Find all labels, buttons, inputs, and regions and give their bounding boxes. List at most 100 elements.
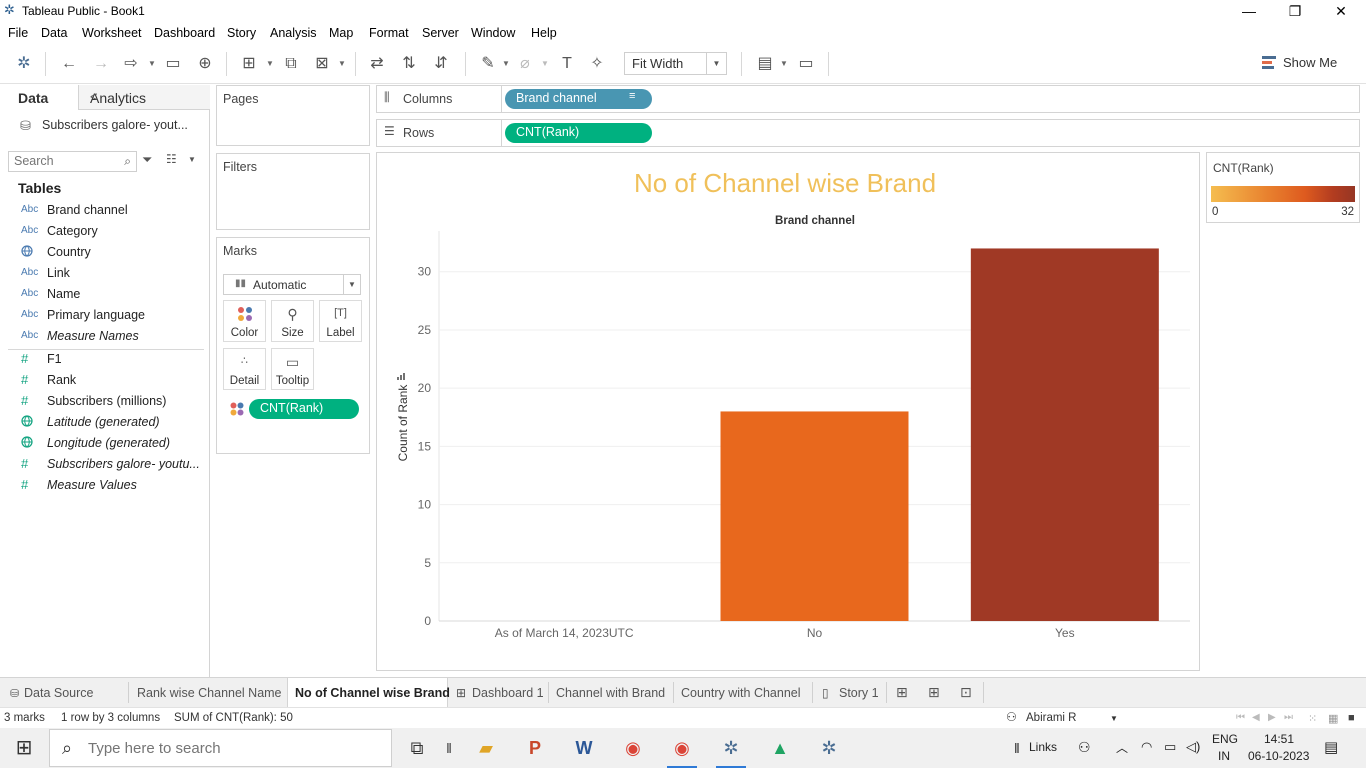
rows-pill[interactable]: CNT(Rank) [505, 123, 652, 143]
field-item[interactable]: Country [0, 243, 209, 264]
highlight-dropdown-icon[interactable]: ▼ [502, 53, 512, 75]
redo-icon[interactable]: → [90, 53, 112, 75]
view-canvas[interactable]: No of Channel wise Brand Brand channel 0 5 1… [376, 152, 1200, 671]
view-list-icon[interactable]: ☷ [166, 152, 177, 166]
file-explorer-icon[interactable]: ▰ [469, 732, 503, 764]
columns-shelf[interactable]: ⫼ Columns Brand channel ≡ [376, 85, 1360, 113]
tab-dashboard[interactable]: ⊞ Dashboard 1 [448, 678, 548, 707]
tooltip-button[interactable]: ▭ Tooltip [271, 348, 314, 390]
show-cards-icon[interactable]: ▤ [754, 53, 776, 75]
filmstrip-view-icon[interactable]: ▦ [1328, 712, 1338, 725]
field-item[interactable]: Longitude (generated) [0, 434, 209, 455]
field-item[interactable]: Abc Primary language [0, 306, 209, 327]
marks-color-pill[interactable]: CNT(Rank) [249, 399, 359, 419]
field-item[interactable]: # Rank [0, 371, 209, 392]
menu-window[interactable]: Window [471, 26, 515, 40]
user-dropdown-icon[interactable]: ▼ [1110, 714, 1118, 723]
fit-dropdown[interactable]: Fit Width ▼ [624, 52, 727, 75]
sort-descending-icon[interactable]: ⇵ [430, 53, 452, 75]
word-icon[interactable]: W [567, 732, 601, 764]
nav-last-icon[interactable]: ⏭ [1284, 712, 1293, 723]
group-dropdown-icon[interactable]: ▼ [541, 53, 551, 75]
collapse-pane-icon[interactable]: < [90, 89, 202, 104]
language-top[interactable]: ENG [1212, 732, 1238, 746]
field-item[interactable]: # F1 [0, 350, 209, 371]
tab-analytics[interactable]: Analytics < [78, 85, 210, 110]
menu-format[interactable]: Format [369, 26, 409, 40]
tab-sheet[interactable]: Rank wise Channel Name [129, 678, 287, 707]
tab-sheet[interactable]: Channel with Brand [549, 678, 673, 707]
menu-data[interactable]: Data [41, 26, 67, 40]
label-button[interactable]: [T] Label [319, 300, 362, 342]
field-item[interactable]: Abc Link [0, 264, 209, 285]
mark-type-dropdown[interactable]: ▮▮ Automatic ▼ [223, 274, 361, 295]
field-item[interactable]: # Measure Values [0, 476, 209, 497]
field-item[interactable]: Latitude (generated) [0, 413, 209, 434]
field-item[interactable]: Abc Name [0, 285, 209, 306]
new-worksheet-tab-button[interactable]: ⊞ [888, 678, 918, 707]
undo-icon[interactable]: ← [58, 53, 80, 75]
field-search-box[interactable]: ⌕ [8, 151, 137, 172]
new-data-source-icon[interactable]: ⊕ [194, 53, 216, 75]
filter-icon[interactable]: ⏷ [142, 152, 152, 168]
new-dashboard-tab-button[interactable]: ⊞ [920, 678, 950, 707]
field-item[interactable]: Abc Brand channel [0, 201, 209, 222]
menu-file[interactable]: File [8, 26, 28, 40]
menu-worksheet[interactable]: Worksheet [82, 26, 142, 40]
highlight-icon[interactable]: ✎ [477, 53, 499, 75]
windows-start-icon[interactable]: ⊞ [7, 732, 41, 764]
tableau-taskbar-icon[interactable]: ✲ [714, 732, 748, 768]
volume-icon[interactable]: ◁) [1186, 739, 1200, 755]
new-worksheet-icon[interactable]: ⊞ [238, 53, 260, 75]
field-search-input[interactable] [14, 154, 114, 168]
nav-next-icon[interactable]: ▶ [1268, 712, 1276, 723]
menu-map[interactable]: Map [329, 26, 353, 40]
tab-sheet[interactable]: Country with Channel [674, 678, 812, 707]
maximize-button[interactable]: ❐ [1272, 0, 1318, 22]
pages-card[interactable]: Pages [216, 85, 370, 146]
field-item[interactable]: # Subscribers galore- youtu... [0, 455, 209, 476]
tabs-view-icon[interactable]: ■ [1348, 712, 1355, 724]
tab-sheet-active[interactable]: No of Channel wise Brand [287, 678, 450, 707]
field-item[interactable]: Abc Category [0, 222, 209, 243]
user-name[interactable]: Abirami R [1026, 712, 1076, 724]
minimize-button[interactable]: — [1226, 0, 1272, 22]
menu-dashboard[interactable]: Dashboard [154, 26, 215, 40]
notifications-icon[interactable]: ▤ [1324, 738, 1338, 756]
language-bottom[interactable]: IN [1218, 749, 1230, 763]
filters-card[interactable]: Filters [216, 153, 370, 230]
show-cards-dropdown-icon[interactable]: ▼ [780, 53, 790, 75]
new-worksheet-dropdown-icon[interactable]: ▼ [266, 53, 276, 75]
menu-analysis[interactable]: Analysis [270, 26, 317, 40]
clear-sheet-icon[interactable]: ⊠ [311, 53, 333, 75]
size-button[interactable]: ⚲ Size [271, 300, 314, 342]
duplicate-sheet-icon[interactable]: ⧉ [280, 53, 302, 75]
tab-data[interactable]: Data [0, 85, 78, 110]
chrome-profile-icon[interactable]: ◉ [665, 732, 699, 768]
taskbar-search-input[interactable] [88, 740, 378, 757]
tableau-home-icon[interactable]: ✲ [13, 53, 35, 75]
detail-button[interactable]: ∴ Detail [223, 348, 266, 390]
nav-prev-icon[interactable]: ◀ [1252, 712, 1260, 723]
save-icon[interactable]: ▭ [162, 53, 184, 75]
group-members-icon[interactable]: ⌀ [514, 53, 536, 75]
view-dropdown-icon[interactable]: ▼ [188, 155, 196, 164]
fix-axes-icon[interactable]: ✧ [586, 53, 608, 75]
google-drive-icon[interactable]: ▲ [763, 732, 797, 764]
replay-dropdown-icon[interactable]: ▼ [148, 53, 158, 75]
tab-data-source[interactable]: ⛁ Data Source [0, 678, 128, 707]
swap-rows-columns-icon[interactable]: ⇄ [366, 53, 388, 75]
tableau-public-icon[interactable]: ✲ [812, 732, 846, 764]
show-mark-labels-icon[interactable]: T [556, 53, 578, 75]
taskbar-search[interactable]: ⌕ [49, 729, 392, 767]
wifi-icon[interactable]: ◠ [1141, 739, 1152, 755]
color-legend[interactable]: CNT(Rank) 0 32 [1206, 152, 1360, 223]
menu-story[interactable]: Story [227, 26, 256, 40]
links-toolbar[interactable]: Links [1029, 740, 1057, 754]
close-button[interactable]: ✕ [1318, 0, 1364, 22]
people-icon[interactable]: ⚇ [1078, 739, 1091, 756]
battery-icon[interactable]: ▭ [1164, 739, 1176, 755]
task-view-icon[interactable]: ⧉ [400, 732, 434, 764]
columns-pill[interactable]: Brand channel ≡ [505, 89, 652, 109]
tab-story[interactable]: ▯ Story 1 [813, 678, 886, 707]
